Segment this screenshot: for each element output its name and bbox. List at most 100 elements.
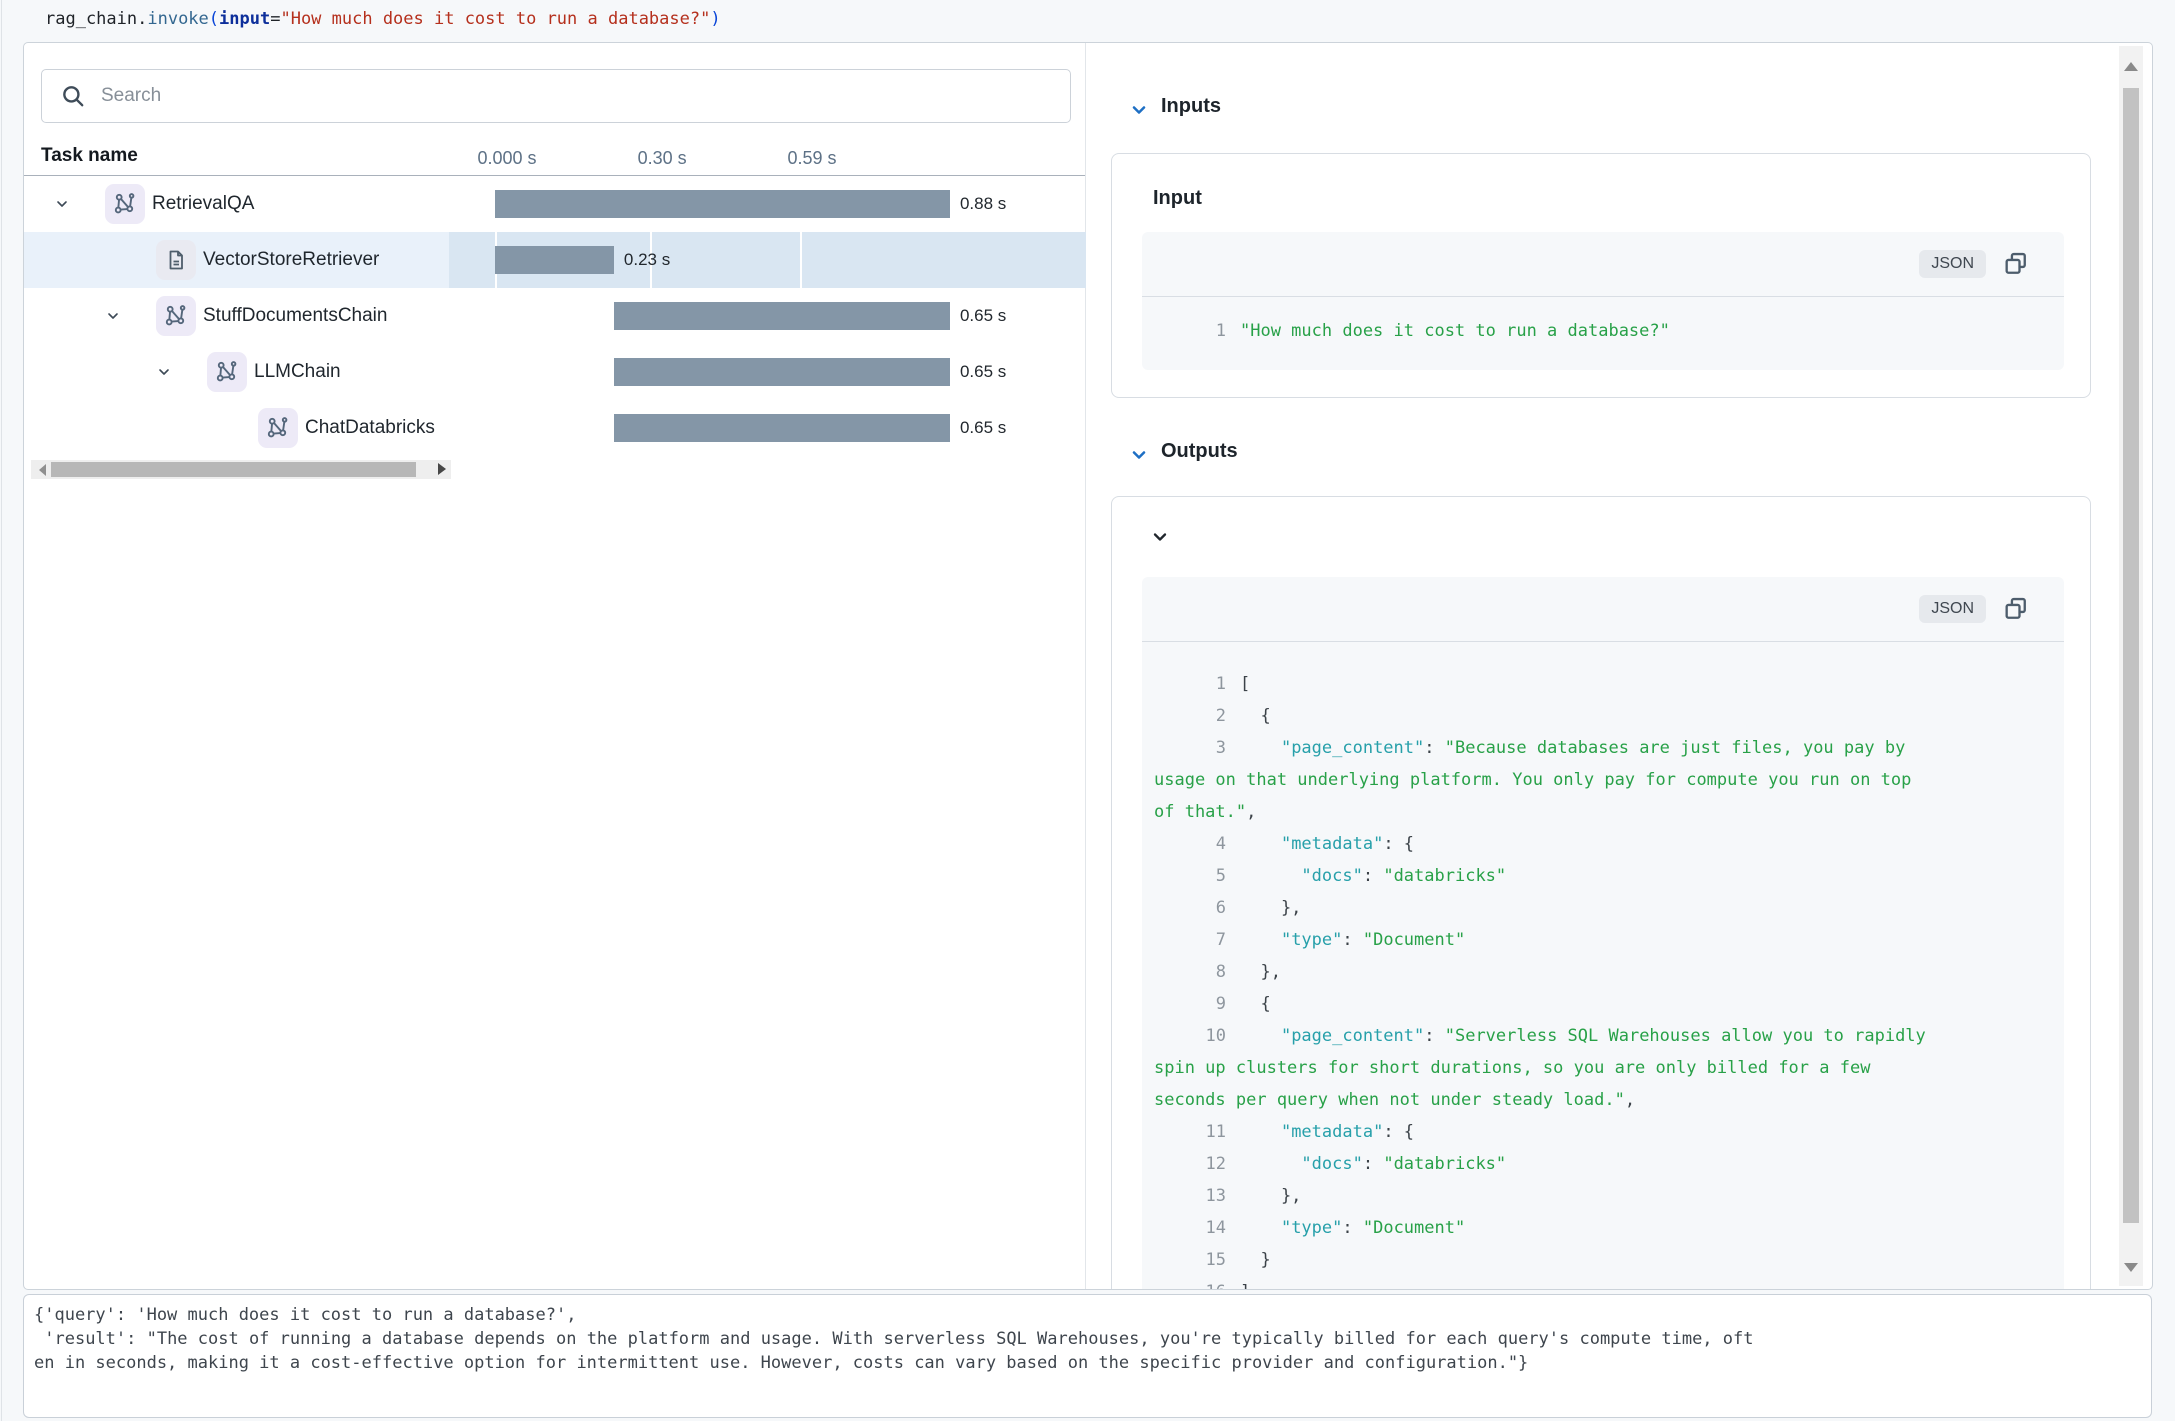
json-token: "docs"	[1301, 1154, 1362, 1174]
trace-viewer-panel: Task name 0.000 s0.30 s0.59 s RetrievalQ…	[23, 42, 2153, 1290]
json-token: "databricks"	[1383, 1154, 1506, 1174]
horizontal-scrollbar-thumb[interactable]	[51, 462, 416, 477]
copy-button[interactable]	[2002, 250, 2030, 278]
json-token: {	[1240, 706, 1271, 726]
line-number: 6	[1154, 892, 1226, 924]
json-line: 8 },	[1154, 956, 2050, 988]
json-token: : {	[1383, 834, 1414, 854]
time-axis-tick-label: 0.000 s	[477, 144, 536, 172]
vertical-scrollbar-thumb[interactable]	[2123, 88, 2139, 1223]
json-line: 15 }	[1154, 1244, 2050, 1276]
search-input[interactable]	[99, 84, 1070, 108]
json-line: 12 "docs": "databricks"	[1154, 1148, 2050, 1180]
json-format-chip[interactable]: JSON	[1919, 250, 1986, 278]
task-row-LLMChain[interactable]: LLMChain0.65 s	[24, 344, 1086, 400]
line-number: 12	[1154, 1148, 1226, 1180]
line-number: 8	[1154, 956, 1226, 988]
task-name-column-header: Task name	[41, 145, 138, 167]
time-axis-tick-label: 0.30 s	[638, 144, 687, 172]
duration-label: 0.65 s	[960, 400, 1006, 456]
tree-expand-chevron-icon[interactable]	[54, 196, 72, 214]
code-token: )	[710, 9, 720, 29]
search-icon	[60, 83, 86, 109]
search-box[interactable]	[41, 69, 1071, 123]
json-token: {	[1240, 994, 1271, 1014]
output-card: JSON 1[2 {3 "page_content": "Because dat…	[1111, 496, 2091, 1290]
timeline-cell: 0.88 s	[449, 176, 1086, 232]
task-name-cell: StuffDocumentsChain	[24, 288, 449, 344]
scroll-down-arrow-icon[interactable]	[2124, 1263, 2138, 1272]
chain-icon	[156, 296, 196, 336]
line-number: 16	[1154, 1276, 1226, 1290]
json-token: "type"	[1281, 930, 1342, 950]
task-name-cell: RetrievalQA	[24, 176, 449, 232]
output-collapse-chevron-icon[interactable]	[1150, 527, 1170, 547]
json-line: 6 },	[1154, 892, 2050, 924]
task-label: ChatDatabricks	[305, 400, 435, 456]
timeline-cell: 0.23 s	[449, 232, 1086, 288]
code-token: input	[219, 9, 270, 29]
inputs-collapse-chevron-icon[interactable]	[1129, 100, 1149, 120]
code-token: "How much does it cost to run a database…	[280, 9, 710, 29]
json-token	[1240, 930, 1281, 950]
json-format-chip[interactable]: JSON	[1919, 595, 1986, 623]
vertical-scrollbar[interactable]	[2119, 46, 2143, 1286]
line-number: 15	[1154, 1244, 1226, 1276]
duration-label: 0.65 s	[960, 344, 1006, 400]
json-token: "metadata"	[1281, 1122, 1383, 1142]
line-number: 1	[1154, 668, 1226, 700]
chain-icon	[258, 408, 298, 448]
duration-bar	[614, 358, 950, 386]
json-token: :	[1424, 1026, 1444, 1046]
chain-icon	[207, 352, 247, 392]
timeline-cell: 0.65 s	[449, 344, 1086, 400]
json-token: :	[1363, 866, 1383, 886]
output-code-block: JSON 1[2 {3 "page_content": "Because dat…	[1142, 577, 2064, 1290]
json-token: :	[1342, 1218, 1362, 1238]
json-token: "Document"	[1363, 1218, 1465, 1238]
tree-expand-chevron-icon[interactable]	[156, 364, 174, 382]
task-name-cell: VectorStoreRetriever	[24, 232, 449, 288]
json-token	[1240, 738, 1281, 758]
json-token: :	[1342, 930, 1362, 950]
json-token	[1240, 1122, 1281, 1142]
json-token: },	[1240, 898, 1301, 918]
json-token: "page_content"	[1281, 1026, 1424, 1046]
json-line: 1"How much does it cost to run a databas…	[1154, 315, 2050, 347]
task-row-RetrievalQA[interactable]: RetrievalQA 0.88 s	[24, 176, 1086, 232]
task-label: RetrievalQA	[152, 176, 254, 232]
json-token	[1240, 866, 1301, 886]
json-line: 14 "type": "Document"	[1154, 1212, 2050, 1244]
json-token: "databricks"	[1383, 866, 1506, 886]
line-number: 11	[1154, 1116, 1226, 1148]
line-number: 3	[1154, 732, 1226, 764]
timeline-cell: 0.65 s	[449, 400, 1086, 456]
json-line: 10 "page_content": "Serverless SQL Wareh…	[1154, 1020, 2050, 1116]
json-token: [	[1240, 674, 1250, 694]
task-row-StuffDocumentsChain[interactable]: StuffDocumentsChain0.65 s	[24, 288, 1086, 344]
scroll-up-arrow-icon[interactable]	[2124, 62, 2138, 71]
timeline-cell: 0.65 s	[449, 288, 1086, 344]
line-number: 2	[1154, 700, 1226, 732]
json-token: :	[1424, 738, 1444, 758]
line-number: 1	[1154, 315, 1226, 347]
duration-label: 0.23 s	[624, 232, 670, 288]
scroll-right-arrow-icon[interactable]	[438, 463, 446, 475]
duration-bar	[614, 414, 950, 442]
span-detail-pane: Inputs Input JSON 1"How much does it cos…	[1086, 43, 2119, 1289]
task-row-ChatDatabricks[interactable]: ChatDatabricks 0.65 s	[24, 400, 1086, 456]
json-line: 7 "type": "Document"	[1154, 924, 2050, 956]
task-row-VectorStoreRetriever[interactable]: VectorStoreRetriever 0.23 s	[24, 232, 1086, 288]
invocation-code-line: rag_chain.invoke(input="How much does it…	[45, 7, 721, 31]
copy-button[interactable]	[2002, 595, 2030, 623]
json-line: 1[	[1154, 668, 2050, 700]
scroll-left-arrow-icon[interactable]	[39, 464, 46, 476]
document-icon	[156, 240, 196, 280]
outputs-collapse-chevron-icon[interactable]	[1129, 445, 1149, 465]
json-token	[1240, 1154, 1301, 1174]
horizontal-scrollbar[interactable]	[31, 460, 451, 479]
json-line: 16]	[1154, 1276, 2050, 1290]
json-token	[1240, 1218, 1281, 1238]
tree-expand-chevron-icon[interactable]	[105, 308, 123, 326]
task-name-cell: ChatDatabricks	[24, 400, 449, 456]
